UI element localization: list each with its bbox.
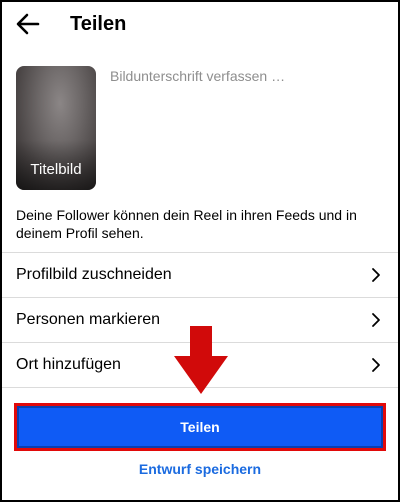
share-button-highlight: Teilen <box>14 403 386 451</box>
top-bar: Teilen <box>2 2 398 46</box>
info-text: Deine Follower können dein Reel in ihren… <box>16 207 357 241</box>
option-label: Profilbild zuschneiden <box>16 266 172 283</box>
page-title: Teilen <box>70 13 127 35</box>
share-button[interactable]: Teilen <box>17 406 383 448</box>
option-crop-profile-picture[interactable]: Profilbild zuschneiden <box>2 253 398 297</box>
chevron-right-icon <box>372 358 380 372</box>
chevron-right-icon <box>372 313 380 327</box>
save-draft-link[interactable]: Entwurf speichern <box>2 458 398 480</box>
caption-input[interactable]: Bildunterschrift verfassen … <box>110 66 380 88</box>
cover-thumbnail[interactable]: Titelbild <box>16 66 96 190</box>
option-label: Ort hinzufügen <box>16 356 121 373</box>
screen: Teilen Titelbild Bildunterschrift verfas… <box>2 2 398 500</box>
option-label: Personen markieren <box>16 311 161 328</box>
chevron-right-icon <box>372 268 380 282</box>
down-arrow-annotation-icon <box>174 326 228 394</box>
cover-label: Titelbild <box>30 161 82 178</box>
arrow-left-icon[interactable] <box>14 10 42 38</box>
